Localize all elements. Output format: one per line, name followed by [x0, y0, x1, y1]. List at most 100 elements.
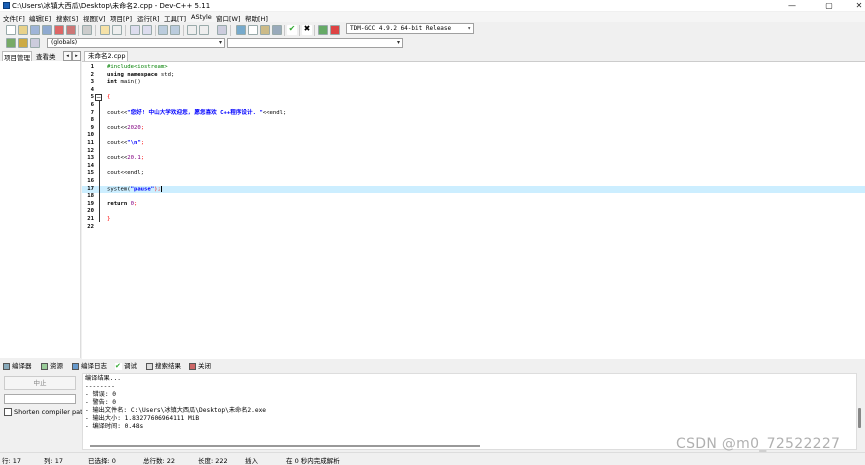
profile-icon[interactable] — [318, 25, 328, 35]
code-line[interactable]: 12 — [82, 148, 865, 156]
code-line[interactable]: 14 — [82, 163, 865, 171]
window-title: C:\Users\冰镇大西瓜\Desktop\未命名2.cpp - Dev-C+… — [12, 2, 211, 10]
compiler-select[interactable]: TDM-GCC 4.9.2 64-bit Release ▾ — [346, 23, 474, 34]
tab-compiler-label: 编译器 — [12, 362, 32, 370]
toggle-comment-icon[interactable] — [18, 38, 28, 48]
editor-file-tab[interactable]: 未命名2.cpp — [84, 51, 128, 61]
tab-compiler[interactable]: 编译器 — [3, 360, 32, 370]
line-number: 22 — [87, 223, 94, 230]
status-col: 列: 17 — [44, 457, 64, 465]
code-line[interactable]: 5{ — [82, 94, 865, 102]
code-line[interactable]: 7 cout<<"您好! 中山大学欢迎您, 愿您喜欢 C++程序设计. "<<en… — [82, 110, 865, 118]
compile-icon[interactable] — [236, 25, 246, 35]
line-number: 10 — [87, 132, 94, 139]
code-line[interactable]: 16 — [82, 178, 865, 186]
symbol: ; — [140, 124, 145, 131]
toolbar-separator — [183, 25, 184, 36]
code-line[interactable]: 13 cout<<20.1; — [82, 155, 865, 163]
tab-resources[interactable]: 资源 — [41, 360, 63, 370]
code-line[interactable]: 6 — [82, 102, 865, 110]
status-selected: 已选择: 0 — [88, 457, 116, 465]
tab-debug[interactable]: ✔ 调试 — [115, 360, 137, 370]
toolbar-separator — [78, 25, 79, 36]
code-line[interactable]: 15 cout<<endl; — [82, 170, 865, 178]
tab-scroll-left-icon[interactable]: ◂ — [63, 51, 72, 61]
code-line[interactable]: 3 int main() — [82, 79, 865, 87]
save-all-icon[interactable] — [42, 25, 52, 35]
toolbar-separator — [314, 25, 315, 36]
minimize-button[interactable]: — — [778, 0, 806, 11]
menu-astyle[interactable]: AStyle — [191, 13, 212, 21]
toggle-bookmark-icon[interactable] — [170, 25, 180, 35]
code-line[interactable]: 2 using namespace std; — [82, 72, 865, 80]
new-file-icon[interactable] — [6, 25, 16, 35]
scope-select[interactable]: (globals) ▾ — [47, 38, 225, 48]
run-icon[interactable] — [248, 25, 258, 35]
checkbox-box[interactable] — [4, 408, 12, 416]
tab-search-results[interactable]: 搜索结果 — [146, 360, 181, 370]
bottom-panel-tabs: 编译器 资源 编译日志 ✔ 调试 搜索结果 关闭 — [0, 359, 865, 371]
left-panel-tabs: 项目管理 查看类 ◂ ▸ — [0, 50, 81, 62]
code-line[interactable]: 9 cout<<2020; — [82, 125, 865, 133]
new-project-icon[interactable] — [187, 25, 197, 35]
symbol: ; — [140, 155, 145, 162]
code-token: cout<< — [107, 140, 128, 146]
brace: } — [107, 216, 111, 222]
code-line-active[interactable]: 17 system("pause"); — [82, 185, 865, 194]
debug-icon[interactable] — [330, 25, 340, 35]
code-text: #include<iostream> — [107, 64, 168, 72]
maximize-button[interactable]: ▢ — [815, 0, 843, 11]
line-number: 15 — [87, 170, 94, 177]
open-file-icon[interactable] — [18, 25, 28, 35]
code-token: <<endl; — [262, 109, 287, 116]
rebuild-icon[interactable] — [272, 25, 282, 35]
close-file-icon[interactable] — [54, 25, 64, 35]
goto-line-icon[interactable] — [158, 25, 168, 35]
find-icon[interactable] — [130, 25, 140, 35]
project-tree-panel[interactable] — [0, 61, 81, 358]
code-line[interactable]: 11 cout<<"\n"; — [82, 140, 865, 148]
code-line[interactable]: 18 — [82, 193, 865, 201]
string-literal: "\n" — [127, 140, 141, 146]
code-line[interactable]: 4 — [82, 87, 865, 95]
code-line[interactable]: 8 — [82, 117, 865, 125]
code-text: cout<<2020; — [107, 125, 144, 133]
save-icon[interactable] — [30, 25, 40, 35]
stop-compile-button[interactable]: 中止 — [4, 376, 76, 390]
replace-icon[interactable] — [142, 25, 152, 35]
tab-scroll-right-icon[interactable]: ▸ — [72, 51, 81, 61]
line-number: 14 — [87, 162, 94, 169]
undo-icon[interactable] — [100, 25, 110, 35]
code-text: { — [107, 94, 110, 102]
function-select[interactable]: ▾ — [227, 38, 403, 48]
tab-class-browser[interactable]: 查看类 — [35, 51, 57, 61]
toolbar-separator — [230, 25, 231, 36]
compile-run-icon[interactable] — [260, 25, 270, 35]
code-line[interactable]: 20 — [82, 208, 865, 216]
close-all-icon[interactable] — [66, 25, 76, 35]
add-to-project-icon[interactable] — [199, 25, 209, 35]
code-line[interactable]: 22 — [82, 224, 865, 232]
redo-icon[interactable] — [112, 25, 122, 35]
fold-collapse-icon[interactable]: − — [95, 94, 102, 101]
bookmarks-icon[interactable] — [30, 38, 40, 48]
line-number: 18 — [87, 193, 94, 200]
code-line[interactable]: 1 #include<iostream> — [82, 64, 865, 72]
code-line[interactable]: 21} — [82, 216, 865, 224]
tab-close[interactable]: 关闭 — [189, 360, 211, 370]
code-line[interactable]: 10 — [82, 132, 865, 140]
output-scroll-thumb[interactable] — [858, 408, 861, 428]
close-button[interactable]: ✕ — [845, 0, 865, 11]
print-icon[interactable] — [82, 25, 92, 35]
keyword: using namespace — [107, 71, 158, 78]
tab-search-results-label: 搜索结果 — [155, 362, 181, 370]
output-hscroll-thumb[interactable] — [90, 445, 480, 447]
insert-icon[interactable] — [6, 38, 16, 48]
project-options-icon[interactable] — [217, 25, 227, 35]
line-number: 8 — [90, 117, 94, 124]
stop-execution-icon[interactable]: ✖ — [302, 25, 312, 35]
shorten-paths-checkbox[interactable]: Shorten compiler paths — [4, 408, 90, 416]
code-line[interactable]: 19 return 0; — [82, 201, 865, 209]
check-syntax-icon[interactable]: ✔ — [287, 25, 297, 35]
tab-compile-log[interactable]: 编译日志 — [72, 360, 107, 370]
